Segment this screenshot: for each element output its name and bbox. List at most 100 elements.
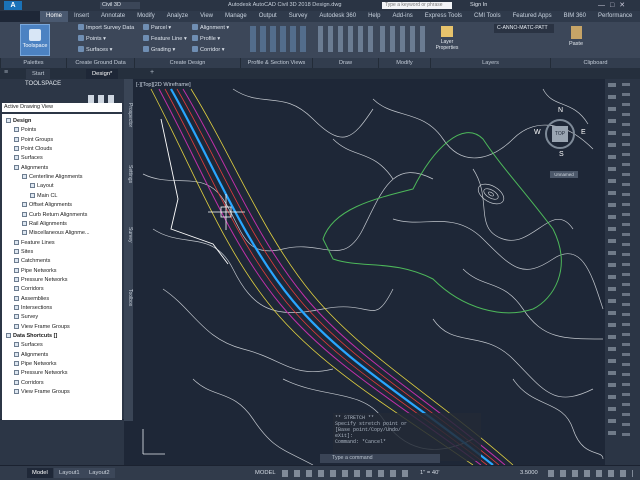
tree-item[interactable]: Corridors <box>14 285 44 294</box>
model-space-toggle[interactable]: MODEL <box>255 469 276 478</box>
corridor[interactable] <box>150 88 514 465</box>
ribbon-tab-analyze[interactable]: Analyze <box>161 11 194 22</box>
tree-item[interactable]: Design <box>6 117 31 126</box>
ribbon-tab-view[interactable]: View <box>194 11 219 22</box>
new-tab-icon[interactable]: + <box>150 69 154 76</box>
ribbon-group-palettes[interactable]: Palettes <box>0 58 66 68</box>
viewcube-top[interactable]: TOP <box>552 126 568 142</box>
status-tray-icons[interactable] <box>548 470 633 477</box>
command-input[interactable]: Type a command <box>320 454 440 463</box>
layer-icon-strip[interactable] <box>622 83 630 443</box>
layer-properties-button[interactable]: Layer Properties <box>434 26 460 56</box>
ribbon-tab-performance[interactable]: Performance <box>592 11 638 22</box>
properties-icon-strip[interactable] <box>608 83 616 443</box>
side-tab-toolbox[interactable]: Toolbox <box>124 289 133 306</box>
feature-line-button[interactable]: Feature Line ▾ <box>143 35 187 44</box>
parcel-button[interactable]: Parcel ▾ <box>143 24 171 33</box>
ribbon-tab-output[interactable]: Output <box>253 11 283 22</box>
tree-item[interactable]: Intersections <box>14 304 52 313</box>
tree-item[interactable]: Pipe Networks <box>14 360 56 369</box>
ribbon-tab-insert[interactable]: Insert <box>68 11 95 22</box>
ribbon-tab-add-ins[interactable]: Add-ins <box>386 11 418 22</box>
ribbon-tab-featured-apps[interactable]: Featured Apps <box>507 11 558 22</box>
tab-layout1[interactable]: Layout1 <box>54 468 85 478</box>
tree-item[interactable]: Data Shortcuts [] <box>6 332 57 341</box>
search-input[interactable]: Type a keyword or phrase <box>382 2 452 9</box>
tree-item[interactable]: Point Clouds <box>14 145 52 154</box>
tree-item[interactable]: Corridors <box>14 379 44 388</box>
tree-item[interactable]: Survey <box>14 313 38 322</box>
tree-item[interactable]: Centerline Alignments <box>22 173 83 182</box>
ribbon-group-modify[interactable]: Modify <box>378 58 430 68</box>
ribbon-tab-home[interactable]: Home <box>40 11 69 22</box>
ribbon-tab-manage[interactable]: Manage <box>219 11 253 22</box>
draw-tools[interactable] <box>318 26 376 52</box>
ribbon-tab-cmi-tools[interactable]: CMI Tools <box>468 11 507 22</box>
profile-button[interactable]: Profile ▾ <box>192 35 220 44</box>
side-tab-survey[interactable]: Survey <box>124 227 133 243</box>
ribbon-group-create-design[interactable]: Create Design <box>134 58 240 68</box>
tree-item[interactable]: Feature Lines <box>14 239 55 248</box>
ribbon-tab-autodesk-360[interactable]: Autodesk 360 <box>313 11 362 22</box>
tree-item[interactable]: Layout <box>30 182 54 191</box>
drafting-toggles[interactable] <box>282 470 412 477</box>
ribbon-group-layers[interactable]: Layers <box>430 58 550 68</box>
toolspace-toolbar[interactable] <box>88 95 118 103</box>
tree-item[interactable]: Point Groups <box>14 136 53 145</box>
toolspace-button[interactable]: Toolspace <box>20 24 50 56</box>
grading-button[interactable]: Grading ▾ <box>143 46 175 55</box>
tree-item[interactable]: Surfaces <box>14 154 43 163</box>
layer-dropdown[interactable]: C-ANNO-MATC-PATT <box>494 24 554 33</box>
workspace-select[interactable]: Civil 3D <box>100 2 140 9</box>
tree-item[interactable]: Rail Alignments <box>22 220 67 229</box>
alignment-button[interactable]: Alignment ▾ <box>192 24 229 33</box>
ribbon-tab-survey[interactable]: Survey <box>283 11 314 22</box>
tree-item[interactable]: Pressure Networks <box>14 369 67 378</box>
ribbon-tab-express-tools[interactable]: Express Tools <box>419 11 468 22</box>
tree-item[interactable]: Assemblies <box>14 295 49 304</box>
green-boundary[interactable] <box>322 132 562 314</box>
tab-layout2[interactable]: Layout2 <box>84 468 115 478</box>
sign-in-link[interactable]: Sign In <box>470 2 487 8</box>
drawing-canvas[interactable]: [-][Top][2D Wireframe] TOP N S E W Unnam… <box>133 79 605 465</box>
corridor-button[interactable]: Corridor ▾ <box>192 46 225 55</box>
tree-item[interactable]: Points <box>14 126 36 135</box>
viewport-controls[interactable]: [-][Top][2D Wireframe] <box>136 82 191 88</box>
import-survey-button[interactable]: Import Survey Data <box>78 24 134 33</box>
tree-item[interactable]: View Frame Groups <box>14 388 70 397</box>
tree-item[interactable]: Alignments <box>14 164 48 173</box>
app-logo-icon[interactable]: A <box>4 1 22 10</box>
tree-item[interactable]: Sites <box>14 248 33 257</box>
tab-model[interactable]: Model <box>27 468 53 478</box>
side-tab-settings[interactable]: Settings <box>124 165 133 183</box>
projection-dropdown[interactable]: Unnamed <box>550 171 578 178</box>
side-tab-prospector[interactable]: Prospector <box>124 103 133 127</box>
tree-item[interactable]: Pipe Networks <box>14 267 56 276</box>
tab-start[interactable]: Start <box>26 69 51 79</box>
tree-item[interactable]: Curb Return Alignments <box>22 211 87 220</box>
ribbon-group-profile-section-views[interactable]: Profile & Section Views <box>240 58 312 68</box>
tree-item[interactable]: Catchments <box>14 257 50 266</box>
ribbon-tab-annotate[interactable]: Annotate <box>95 11 131 22</box>
view-mode-select[interactable]: Active Drawing View <box>2 103 122 112</box>
tree-item[interactable]: Miscellaneous Alignme... <box>22 229 90 238</box>
tree-item[interactable]: View Frame Groups <box>14 323 70 332</box>
ribbon-group-clipboard[interactable]: Clipboard <box>550 58 640 68</box>
ribbon-tab-help[interactable]: Help <box>362 11 386 22</box>
ribbon-tab-bim-360[interactable]: BIM 360 <box>558 11 592 22</box>
profile-section-tools[interactable] <box>250 26 310 52</box>
tab-design[interactable]: Design* <box>86 69 119 79</box>
tree-item[interactable]: Pressure Networks <box>14 276 67 285</box>
ribbon-group-create-ground-data[interactable]: Create Ground Data <box>66 58 134 68</box>
window-controls[interactable]: —□✕ <box>598 1 638 10</box>
tree-item[interactable]: Surfaces <box>14 341 43 350</box>
tree-item[interactable]: Alignments <box>14 351 48 360</box>
points-button[interactable]: Points ▾ <box>78 35 106 44</box>
ribbon-tab-modify[interactable]: Modify <box>131 11 161 22</box>
menu-icon[interactable]: ≡ <box>4 69 18 78</box>
tree-item[interactable]: Main CL <box>30 192 57 201</box>
annotation-scale[interactable]: 1" = 40' <box>420 469 439 478</box>
ribbon-group-draw[interactable]: Draw <box>312 58 378 68</box>
tree-item[interactable]: Offset Alignments <box>22 201 72 210</box>
modify-tools[interactable] <box>380 26 428 52</box>
